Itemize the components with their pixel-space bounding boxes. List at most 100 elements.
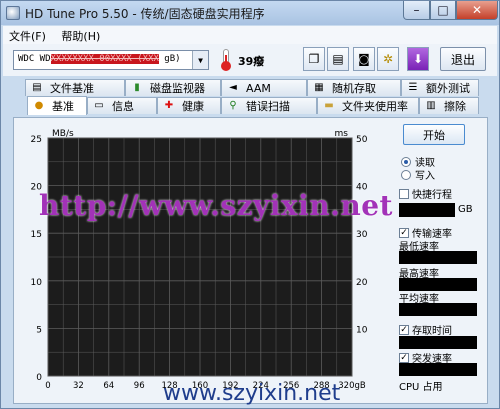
gauge-icon: ● — [34, 100, 44, 111]
health-cross-icon: ✚ — [164, 100, 174, 111]
min-rate-value — [399, 251, 477, 264]
tab-label: 额外测试 — [426, 82, 470, 95]
watermark-url: http://www.szyixin.net — [39, 189, 393, 222]
save-button[interactable]: ⬇ — [407, 47, 429, 71]
tab-label: 健康 — [182, 100, 204, 113]
avg-rate-value — [399, 303, 477, 316]
quick-run-size-field[interactable] — [399, 203, 455, 217]
y-left-tick-label: 0 — [36, 373, 42, 383]
checkbox-box: ✓ — [399, 324, 409, 335]
drive-select[interactable]: WDC WDXXXXXXXX-00XXXX (XXX gB) ▼ — [13, 50, 209, 70]
y-right-tick-label: 50 — [356, 135, 368, 145]
x-tick-label: 320gB — [338, 381, 366, 391]
drive-suffix: gB) — [158, 54, 181, 64]
y-right-tick-label: 20 — [356, 278, 368, 288]
info-icon: ▭ — [94, 100, 104, 111]
tab-label: 信息 — [112, 100, 134, 113]
clipboard-icon: ▤ — [332, 52, 344, 66]
grid-icon: ▦ — [314, 82, 324, 93]
tab-error-scan[interactable]: ⚲ 错误扫描 — [221, 97, 317, 114]
screenshot-button[interactable]: ◙ — [353, 47, 375, 71]
tab-random-access[interactable]: ▦ 随机存取 — [307, 79, 401, 96]
tab-label: 文件夹使用率 — [342, 100, 408, 113]
x-tick-label: 0 — [45, 381, 50, 391]
minimize-button[interactable]: – — [403, 1, 430, 20]
window-title: HD Tune Pro 5.50 - 传统/固态硬盘实用程序 — [25, 7, 265, 21]
tab-disk-monitor[interactable]: ▮ 磁盘监视器 — [125, 79, 221, 96]
access-time-value — [399, 336, 477, 349]
benchmark-panel: 25 20 15 10 5 0 50 40 30 20 10 0 32 64 96 128 160 192 224 2… — [13, 117, 488, 404]
tab-label: 随机存取 — [332, 82, 376, 95]
tab-benchmark[interactable]: ● 基准 — [27, 96, 87, 115]
quick-run-checkbox[interactable]: 快捷行程 — [399, 186, 452, 201]
y-left-tick-label: 15 — [31, 230, 42, 240]
tab-label: 文件基准 — [50, 82, 94, 95]
copy-info-button[interactable]: ❐ — [303, 47, 325, 71]
quick-label: 快捷行程 — [412, 190, 452, 201]
chevron-down-icon[interactable]: ▼ — [192, 51, 208, 69]
start-button[interactable]: 开始 — [403, 124, 465, 145]
benchmark-chart-svg: 252015105050403020100 32 64 96 128 160 192 224 2… — [31, 129, 368, 391]
settings-icon: ✲ — [382, 52, 394, 66]
exit-button[interactable]: 退出 — [440, 47, 486, 71]
trash-icon: ▥ — [426, 100, 436, 111]
x-tick-label: 96 — [134, 381, 145, 391]
y-left-tick-label: 5 — [36, 325, 42, 335]
drive-prefix: WDC WD — [18, 54, 51, 64]
temperature-value: 39癈 — [238, 55, 265, 68]
main-window: HD Tune Pro 5.50 - 传统/固态硬盘实用程序 – □ ✕ 文件(… — [0, 0, 500, 409]
cpu-usage-label: CPU 占用 — [399, 382, 443, 393]
x-tick-label: 32 — [73, 381, 84, 391]
title-bar: HD Tune Pro 5.50 - 传统/固态硬盘实用程序 – □ ✕ — [1, 1, 499, 25]
tab-info[interactable]: ▭ 信息 — [87, 97, 157, 114]
read-radio-dot — [401, 156, 411, 167]
app-icon — [6, 6, 20, 20]
tab-label: 磁盘监视器 — [150, 82, 205, 95]
y-left-tick-label: 25 — [31, 135, 42, 145]
thermometer-icon — [219, 49, 233, 71]
x-tick-label: 64 — [103, 381, 114, 391]
gb-unit-label: GB — [458, 204, 473, 215]
write-radio-dot — [401, 169, 411, 180]
file-icon: ▤ — [32, 82, 42, 93]
toolbar: WDC WDXXXXXXXX-00XXXX (XXX gB) ▼ 39癈 ❐ ▤… — [3, 44, 497, 76]
copy-icon: ❐ — [308, 52, 320, 66]
y-right-tick-label: 10 — [356, 325, 368, 335]
burst-rate-value — [399, 363, 477, 376]
copy-text-button[interactable]: ▤ — [327, 47, 349, 71]
tab-aam[interactable]: ◄ AAM — [221, 79, 307, 96]
tab-extra-tests[interactable]: ☰ 额外测试 — [401, 79, 479, 96]
y-right-tick-label: 30 — [356, 230, 368, 240]
tab-folder-usage[interactable]: ▬ 文件夹使用率 — [317, 97, 419, 114]
magnifier-icon: ⚲ — [229, 100, 237, 111]
download-icon: ⬇ — [412, 52, 424, 66]
y-right-axis-label: ms — [335, 129, 349, 139]
benchmark-chart: 25 20 15 10 5 0 50 40 30 20 10 0 32 64 96 128 160 192 224 2… — [18, 122, 383, 400]
checkbox-box: ✓ — [399, 227, 409, 238]
folder-icon: ▬ — [324, 100, 334, 111]
maximize-button[interactable]: □ — [430, 1, 456, 20]
drive-redacted: XXXXXXXX-00XXXX (XXX — [50, 54, 159, 64]
checkbox-box: ✓ — [399, 352, 409, 363]
tab-file-benchmark[interactable]: ▤ 文件基准 — [25, 79, 125, 96]
access-time-checkbox[interactable]: ✓ 存取时间 — [399, 322, 452, 337]
chart-icon: ▮ — [134, 82, 140, 93]
write-radio[interactable]: 写入 — [401, 167, 435, 182]
y-left-axis-label: MB/s — [52, 129, 74, 139]
tab-strip: ▤ 文件基准 ▮ 磁盘监视器 ◄ AAM ▦ 随机存取 ☰ 额外测试 ● 基准 ▭ 信息 ✚ 健… — [3, 79, 497, 117]
watermark-bottom: www.szyixin.net — [163, 381, 341, 406]
access-label: 存取时间 — [412, 326, 452, 337]
close-button[interactable]: ✕ — [456, 1, 498, 20]
tab-health[interactable]: ✚ 健康 — [157, 97, 221, 114]
camera-icon: ◙ — [358, 52, 370, 66]
tab-erase[interactable]: ▥ 擦除 — [419, 97, 479, 114]
menu-help[interactable]: 帮助(H) — [55, 26, 106, 46]
tab-label: AAM — [246, 81, 271, 95]
write-label: 写入 — [415, 171, 435, 182]
options-button[interactable]: ✲ — [377, 47, 399, 71]
tab-label: 擦除 — [444, 100, 466, 113]
menu-file[interactable]: 文件(F) — [3, 26, 52, 46]
checkbox-box — [399, 188, 409, 199]
speaker-icon: ◄ — [229, 82, 237, 93]
tab-label: 基准 — [52, 100, 74, 113]
